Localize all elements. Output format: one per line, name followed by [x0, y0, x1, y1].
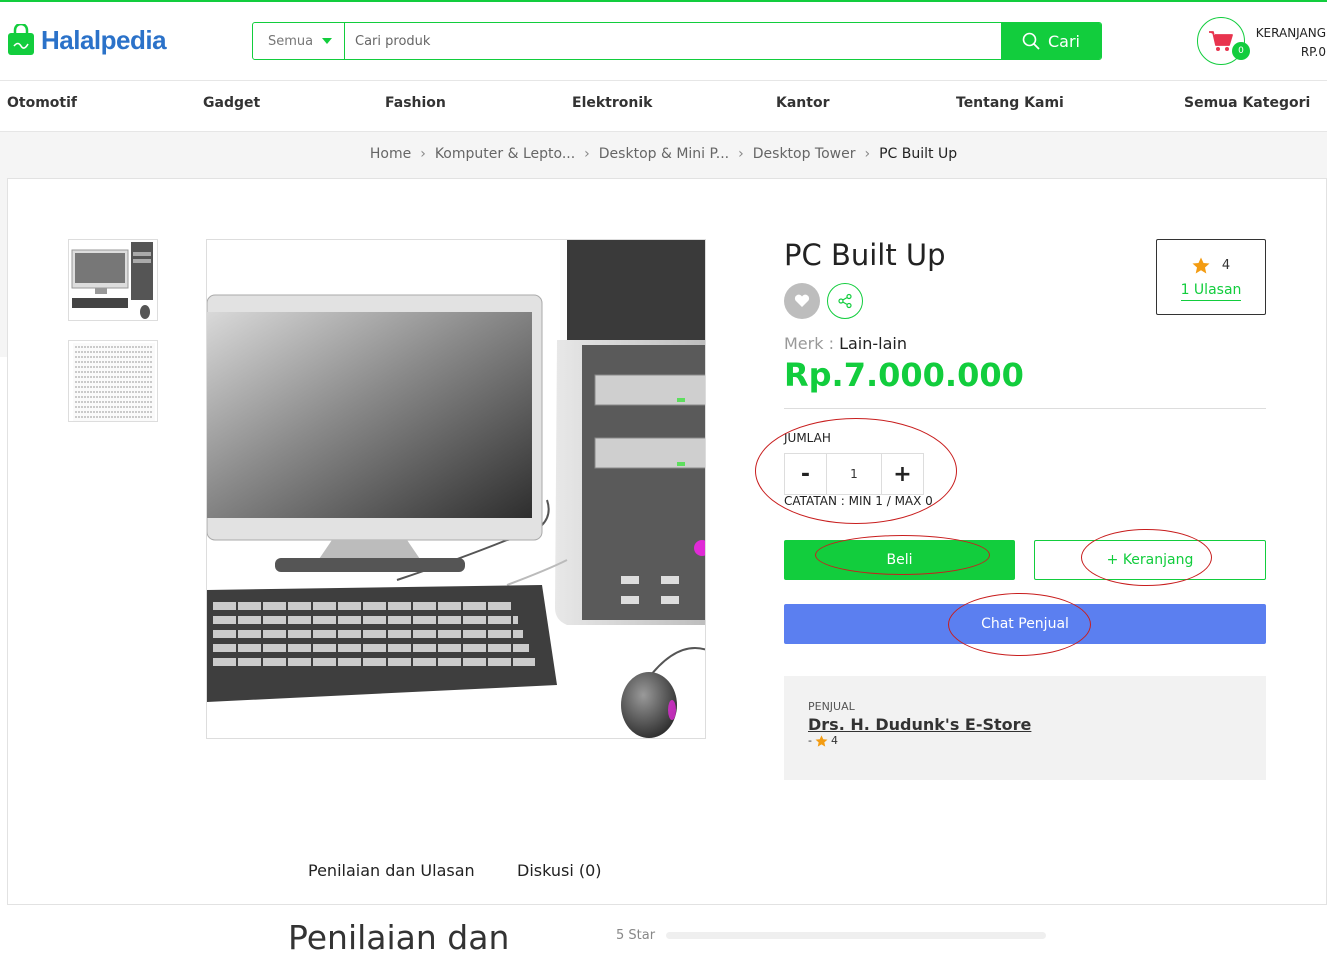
quantity-note: CATATAN : MIN 1 / MAX 0: [784, 494, 933, 508]
brand-label: Merk :: [784, 334, 834, 353]
search-bar: Semua Cari: [252, 22, 1102, 60]
cart-count-badge: 0: [1232, 42, 1250, 60]
search-category-select[interactable]: Semua: [253, 23, 345, 59]
breadcrumb-desktop-tower[interactable]: Desktop Tower: [753, 146, 856, 162]
desktop-computer-image: [207, 240, 705, 738]
star-progress-bar: [666, 932, 1046, 939]
nav-item-gadget[interactable]: Gadget: [203, 95, 260, 111]
top-accent-line: [0, 0, 1327, 2]
cart-button[interactable]: 0: [1197, 17, 1250, 65]
product-main-image[interactable]: [206, 239, 706, 739]
tab-reviews[interactable]: Penilaian dan Ulasan: [308, 861, 475, 880]
chevron-right-icon: ›: [584, 146, 590, 162]
breadcrumb: Home › Komputer & Lepto... › Desktop & Mini …: [0, 146, 1327, 162]
breadcrumb-komputer[interactable]: Komputer & Lepto...: [435, 146, 575, 162]
reviews-section-title: Penilaian dan: [288, 918, 510, 955]
chevron-right-icon: ›: [864, 146, 871, 162]
category-nav: Otomotif Gadget Fashion Elektronik Kanto…: [0, 80, 1327, 132]
spec-sheet-thumbnail-image: [73, 343, 155, 421]
product-thumbnail-1[interactable]: [68, 239, 158, 321]
chevron-right-icon: ›: [738, 146, 744, 162]
search-icon: [1022, 32, 1040, 50]
share-button[interactable]: [827, 283, 863, 319]
quantity-decrease-button[interactable]: -: [785, 454, 826, 494]
computer-thumbnail-image: [71, 242, 153, 319]
quantity-label: JUMLAH: [784, 431, 831, 445]
nav-item-tentang-kami[interactable]: Tentang Kami: [956, 95, 1064, 111]
nav-item-otomotif[interactable]: Otomotif: [7, 95, 77, 111]
buy-button[interactable]: Beli: [784, 540, 1015, 580]
chevron-down-icon: [322, 38, 332, 44]
search-button-label: Cari: [1048, 31, 1080, 51]
seller-label: PENJUAL: [808, 700, 855, 713]
product-price: Rp.7.000.000: [784, 356, 1024, 394]
quantity-increase-button[interactable]: +: [882, 454, 923, 494]
rating-value: 4: [1221, 258, 1231, 273]
star-icon: [815, 734, 828, 747]
cart-total: RP.0: [1300, 45, 1326, 59]
rating-summary: 4 1 Ulasan: [1156, 239, 1266, 315]
seller-name-link[interactable]: Drs. H. Dudunk's E-Store: [808, 715, 1031, 734]
nav-item-semua-kategori[interactable]: Semua Kategori: [1184, 95, 1310, 111]
heart-icon: [794, 294, 810, 307]
cart-icon: [1209, 31, 1233, 51]
wishlist-button[interactable]: [784, 283, 820, 319]
seller-panel: PENJUAL Drs. H. Dudunk's E-Store - 4: [784, 676, 1266, 780]
seller-rating: - 4: [808, 734, 838, 747]
star-icon: [1192, 257, 1210, 274]
search-button[interactable]: Cari: [1001, 23, 1101, 59]
shopping-bag-icon: [8, 24, 34, 55]
nav-item-elektronik[interactable]: Elektronik: [572, 95, 652, 111]
cart-summary[interactable]: KERANJANG RP.0: [1256, 24, 1326, 62]
product-title: PC Built Up: [784, 238, 946, 272]
seller-rating-value: 4: [830, 734, 838, 747]
logo-text: Halalpedia: [41, 24, 167, 55]
chevron-right-icon: ›: [420, 146, 426, 162]
add-to-cart-button[interactable]: + Keranjang: [1034, 540, 1266, 580]
tab-discussion[interactable]: Diskusi (0): [517, 861, 602, 880]
search-category-label: Semua: [268, 33, 314, 49]
cart-label: KERANJANG: [1255, 26, 1326, 40]
seller-prefix: -: [808, 734, 812, 747]
breadcrumb-desktop-mini[interactable]: Desktop & Mini P...: [599, 146, 729, 162]
chat-seller-button[interactable]: Chat Penjual: [784, 604, 1266, 644]
nav-item-kantor[interactable]: Kantor: [776, 95, 829, 111]
product-thumbnail-2[interactable]: [68, 340, 158, 422]
quantity-stepper: - 1 +: [784, 453, 924, 495]
search-input[interactable]: [345, 23, 1001, 59]
quantity-input[interactable]: 1: [826, 454, 882, 494]
share-icon: [838, 293, 852, 309]
divider: [784, 408, 1266, 409]
brand-info: Merk : Lain-lain: [784, 334, 907, 353]
brand-value: Lain-lain: [839, 334, 907, 353]
breadcrumb-current: PC Built Up: [879, 146, 958, 162]
reviews-link[interactable]: 1 Ulasan: [1180, 282, 1242, 301]
breadcrumb-home[interactable]: Home: [370, 146, 411, 162]
star-bar-label: 5 Star: [616, 928, 656, 943]
nav-item-fashion[interactable]: Fashion: [385, 95, 446, 111]
logo[interactable]: Halalpedia: [7, 24, 167, 56]
